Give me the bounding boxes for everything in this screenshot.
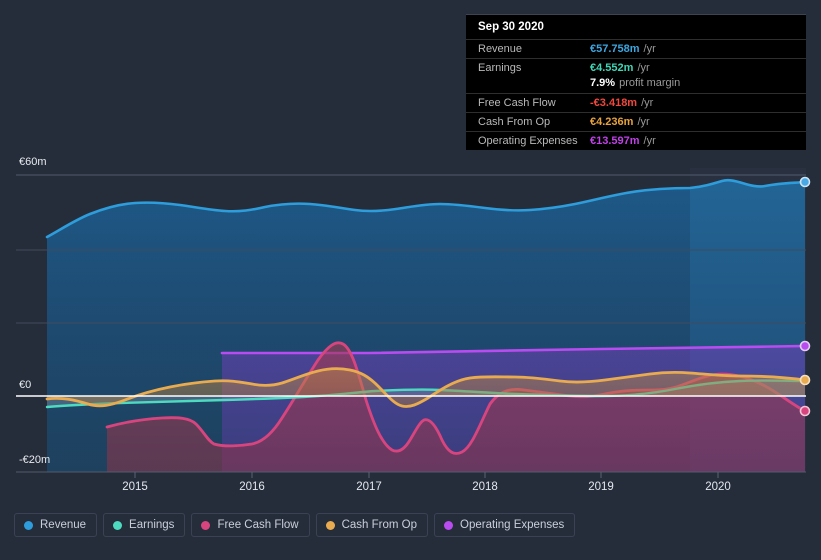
cash-from-op-color-swatch-icon <box>325 520 335 530</box>
legend-item-operating-expenses[interactable]: Operating Expenses <box>434 513 576 537</box>
tooltip-label-revenue: Revenue <box>478 43 523 55</box>
tooltip-row-free-cash-flow: Free Cash Flow -€3.418m /yr <box>466 93 806 112</box>
tooltip-unit-earnings: /yr <box>637 62 650 74</box>
x-axis-label-2020: 2020 <box>705 481 731 493</box>
x-tickmarks <box>134 472 719 478</box>
x-axis-label-2016: 2016 <box>239 481 265 493</box>
tooltip-label-earnings: Earnings <box>478 62 522 74</box>
free-cash-flow-color-swatch-icon <box>201 520 211 530</box>
tooltip-unit-profit-margin: profit margin <box>619 77 681 89</box>
operating-expenses-color-swatch-icon <box>444 520 454 530</box>
legend-label-cash-from-op: Cash From Op <box>341 519 418 531</box>
tooltip-label-cash-from-op: Cash From Op <box>478 116 551 128</box>
tooltip-unit-free-cash-flow: /yr <box>641 97 654 109</box>
tooltip-row-cash-from-op: Cash From Op €4.236m /yr <box>466 112 806 131</box>
chart-tooltip: Sep 30 2020 Revenue €57.758m /yr Earning… <box>466 14 806 150</box>
revenue-endpoint-marker <box>799 176 811 188</box>
tooltip-value-revenue: €57.758m <box>590 43 640 55</box>
legend-label-operating-expenses: Operating Expenses <box>460 519 565 531</box>
tooltip-row-profit-margin: 7.9% profit margin <box>466 77 806 93</box>
tooltip-date: Sep 30 2020 <box>478 21 544 33</box>
tooltip-unit-cash-from-op: /yr <box>637 116 650 128</box>
legend-label-revenue: Revenue <box>40 519 87 531</box>
tooltip-row-revenue: Revenue €57.758m /yr <box>466 39 806 58</box>
revenue-color-swatch-icon <box>24 520 33 530</box>
legend-item-revenue[interactable]: Revenue <box>14 513 98 537</box>
fcf-endpoint-marker <box>799 405 811 417</box>
tooltip-value-free-cash-flow: -€3.418m <box>590 97 638 109</box>
legend-item-free-cash-flow[interactable]: Free Cash Flow <box>191 513 310 537</box>
y-axis-label-neg20m: -€20m <box>19 454 51 466</box>
tooltip-row-earnings: Earnings €4.552m /yr <box>466 58 806 77</box>
legend-item-earnings[interactable]: Earnings <box>103 513 186 537</box>
legend-item-cash-from-op[interactable]: Cash From Op <box>315 513 429 537</box>
tooltip-label-free-cash-flow: Free Cash Flow <box>478 97 556 109</box>
legend-label-earnings: Earnings <box>129 519 175 531</box>
tooltip-value-cash-from-op: €4.236m <box>590 116 634 128</box>
tooltip-unit-operating-expenses: /yr <box>643 135 656 147</box>
tooltip-value-earnings: €4.552m <box>590 62 634 74</box>
legend-label-free-cash-flow: Free Cash Flow <box>217 519 299 531</box>
y-axis-label-60m: €60m <box>19 156 47 168</box>
x-axis-label-2017: 2017 <box>356 481 382 493</box>
x-axis-label-2019: 2019 <box>588 481 614 493</box>
cfo-endpoint-marker <box>799 374 811 386</box>
chart-legend: Revenue Earnings Free Cash Flow Cash Fro… <box>14 513 576 537</box>
tooltip-label-operating-expenses: Operating Expenses <box>478 135 578 147</box>
tooltip-unit-revenue: /yr <box>643 43 656 55</box>
y-axis-label-0: €0 <box>19 379 32 391</box>
tooltip-row-operating-expenses: Operating Expenses €13.597m /yr <box>466 131 806 150</box>
x-axis-label-2018: 2018 <box>472 481 498 493</box>
opex-endpoint-marker <box>799 340 811 352</box>
earnings-color-swatch-icon <box>113 520 123 530</box>
tooltip-value-profit-margin: 7.9% <box>590 77 616 89</box>
tooltip-value-operating-expenses: €13.597m <box>590 135 640 147</box>
x-axis-label-2015: 2015 <box>122 481 148 493</box>
